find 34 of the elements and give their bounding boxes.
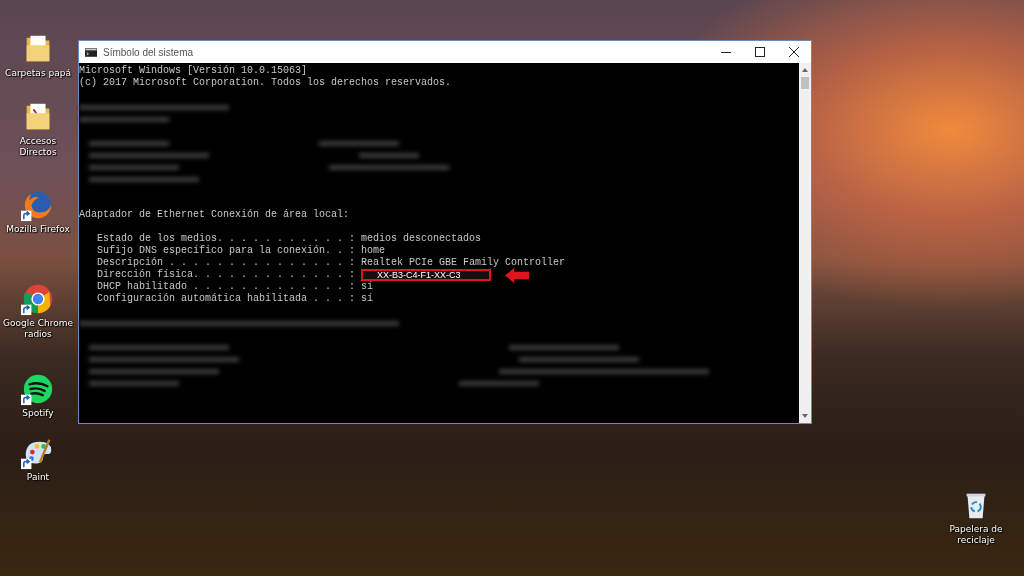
- console-value: home: [361, 245, 386, 257]
- desktop-icon-label[interactable]: Carpetas papá: [5, 68, 71, 79]
- console-line: (c) 2017 Microsoft Corporation. Todos los derechos reservados.: [79, 77, 453, 89]
- console-value: sí: [361, 281, 374, 293]
- blurred-text: [359, 152, 419, 158]
- desktop-icon-label[interactable]: Google Chrome radios: [0, 318, 76, 340]
- console-line: Estado de los medios. . . . . . . . . . . :: [97, 233, 356, 245]
- scrollbar[interactable]: [799, 63, 811, 423]
- arrow-icon: [504, 267, 529, 283]
- console-line: Descripción . . . . . . . . . . . . . . . :: [97, 257, 356, 269]
- desktop-icon-label[interactable]: Spotify: [22, 408, 54, 419]
- app-logo-icon[interactable]: [21, 282, 55, 316]
- console-line: DHCP habilitado . . . . . . . . . . . . . :: [97, 281, 356, 293]
- console-value: medios desconectados: [361, 233, 482, 245]
- console-line: Sufijo DNS específico para la conexión. . :: [97, 245, 356, 257]
- desktop-icon-label[interactable]: Papelera de reciclaje: [938, 524, 1014, 546]
- console-value: sí: [361, 293, 374, 305]
- highlighted-value: XX-B3-C4-F1-XX-C3: [361, 269, 491, 281]
- desktop-icon-label[interactable]: Paint: [26, 472, 50, 483]
- maximize-icon: [755, 47, 765, 57]
- console-line: Dirección física. . . . . . . . . . . . . :: [97, 269, 356, 281]
- console-value: Realtek PCIe GBE Family Controller: [361, 257, 566, 269]
- desktop-icon-label[interactable]: Mozilla Firefox: [6, 224, 70, 235]
- scroll-down-icon[interactable]: [801, 413, 809, 419]
- console-line: Configuración automática habilitada . . . :: [97, 293, 356, 305]
- scrollbar-thumb[interactable]: [801, 77, 809, 89]
- scroll-up-icon[interactable]: [801, 67, 809, 73]
- console-line: Microsoft Windows [Versión 10.0.15063]: [79, 65, 309, 77]
- desktop-icon-label[interactable]: Accesos Directos: [0, 136, 76, 158]
- console-icon: [85, 47, 97, 57]
- console-line: Adaptador de Ethernet Conexión de área local:: [79, 209, 351, 221]
- window-title: Símbolo del sistema: [103, 46, 195, 58]
- app-logo-icon[interactable]: [21, 372, 55, 406]
- close-icon: [789, 47, 799, 57]
